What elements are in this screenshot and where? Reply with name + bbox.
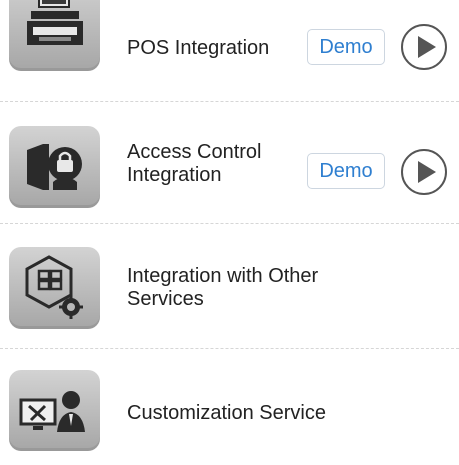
list-item-integration-other-services[interactable]: Integration with Other Services	[0, 221, 459, 341]
item-label: POS Integration	[127, 37, 270, 59]
play-button[interactable]	[401, 149, 447, 195]
play-button[interactable]	[401, 24, 447, 70]
list-item-customization-service[interactable]: Customization Service	[0, 345, 459, 465]
list-item-access-control-integration[interactable]: Access Control Integration Demo	[0, 97, 459, 217]
demo-button[interactable]: Demo	[307, 29, 385, 65]
play-icon	[418, 36, 436, 58]
demo-button[interactable]: Demo	[307, 153, 385, 189]
item-label: Integration with Other Services	[127, 265, 319, 310]
item-label: Customization Service	[127, 402, 326, 424]
access-lock-icon	[9, 126, 100, 208]
customization-tools-icon	[9, 370, 100, 451]
integration-gear-icon	[9, 247, 100, 329]
service-list: POS Integration Demo Access Control Inte…	[0, 0, 459, 451]
list-item-pos-integration[interactable]: POS Integration Demo	[0, 0, 459, 97]
cash-register-icon	[9, 0, 100, 71]
play-icon	[418, 161, 436, 183]
item-label: Access Control Integration	[127, 141, 262, 186]
